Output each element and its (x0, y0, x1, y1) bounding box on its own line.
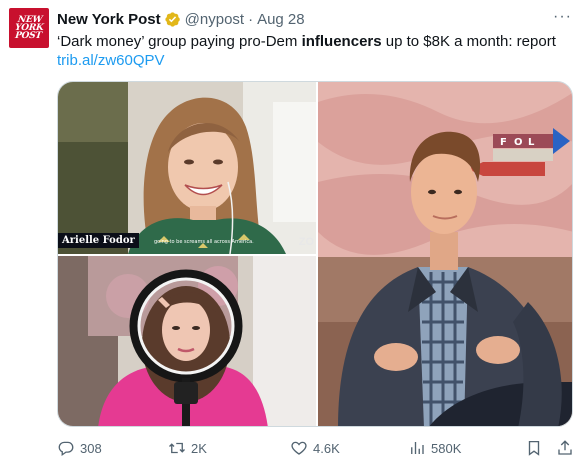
more-horizontal-icon[interactable]: ··· (553, 9, 572, 25)
ring-light-photo (58, 256, 316, 426)
verified-badge-icon[interactable] (164, 11, 181, 28)
like-button[interactable]: 4.6K (290, 438, 340, 458)
tweet-text-bold: influencers (301, 33, 382, 50)
banner-letter: O (514, 137, 523, 148)
speaker-image: F O L (318, 82, 572, 426)
ring-light-image (58, 256, 316, 426)
tweet-header: New York Post @nypost · Aug 28 ··· (57, 9, 572, 29)
tweet-text: ‘Dark money’ group paying pro-Dem influe… (57, 32, 572, 70)
video-call-image: Arielle Fodor going to be screams all ac… (58, 82, 316, 254)
like-count: 4.6K (313, 440, 340, 456)
author-name[interactable]: New York Post (57, 11, 161, 28)
separator-dot: · (248, 10, 254, 28)
reply-count: 308 (80, 440, 102, 456)
repost-count: 2K (191, 440, 207, 456)
repost-icon (169, 442, 185, 454)
heart-icon (291, 441, 307, 455)
tweet-actions: 308 2K 4.6K 580K (57, 438, 573, 460)
nypost-logo: NEW YORK POST (14, 15, 44, 41)
video-call-photo (58, 82, 316, 254)
participant-name-tag: Arielle Fodor (58, 233, 139, 248)
tweet-text-part: ‘Dark money’ group paying pro-Dem (57, 33, 302, 50)
tweet-text-part: up to $8K a month: report (381, 33, 556, 50)
bookmark-icon (528, 440, 540, 456)
reply-button[interactable]: 308 (57, 438, 102, 458)
repost-button[interactable]: 2K (168, 438, 207, 458)
reply-icon (58, 441, 74, 457)
views-button[interactable]: 580K (408, 438, 461, 458)
views-chart-icon (411, 442, 424, 454)
view-count: 580K (431, 440, 462, 456)
tweet-link[interactable]: trib.al/zw60QPV (57, 51, 572, 70)
avatar[interactable]: NEW YORK POST (9, 8, 49, 48)
bookmark-button[interactable] (525, 438, 543, 458)
banner-letter: F (500, 137, 507, 148)
tweet-date[interactable]: Aug 28 (257, 11, 305, 28)
share-icon (558, 440, 572, 455)
banner-letter: L (528, 137, 535, 148)
speaker-photo: F O L (318, 82, 572, 426)
video-caption: going to be screams all across America. (154, 239, 254, 245)
share-button[interactable] (556, 438, 574, 458)
tweet-media[interactable]: Arielle Fodor going to be screams all ac… (57, 81, 573, 427)
author-handle[interactable]: @nypost (185, 11, 244, 28)
zoom-watermark: ZO (298, 236, 314, 248)
